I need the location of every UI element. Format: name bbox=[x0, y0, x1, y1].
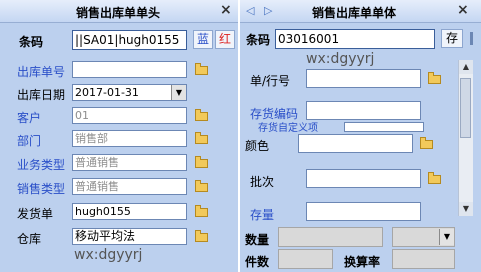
save-button[interactable]: 存 bbox=[441, 29, 463, 48]
delivery-note-label: 发货单 bbox=[17, 207, 54, 221]
body-title: 销售出库单单体 bbox=[312, 6, 397, 20]
watermark: wx:dgyyrj bbox=[306, 51, 375, 67]
chevron-down-icon[interactable]: ▼ bbox=[171, 85, 186, 100]
next-arrow-icon[interactable]: ▷ bbox=[264, 4, 272, 17]
conversion-rate-input[interactable] bbox=[392, 249, 455, 269]
body-panel: ◁ ▷ 销售出库单单体 × 条码 03016001 存 wx:dgyyrj 单/… bbox=[240, 0, 481, 272]
scroll-down-icon[interactable]: ▼ bbox=[459, 202, 473, 216]
body-barcode-input[interactable]: 03016001 bbox=[275, 29, 435, 49]
folder-icon[interactable] bbox=[194, 108, 209, 122]
barcode-input[interactable]: ||SA01|hugh0155 bbox=[72, 30, 187, 50]
quantity-input[interactable] bbox=[278, 227, 383, 247]
folder-icon[interactable] bbox=[194, 155, 209, 169]
vertical-scrollbar[interactable]: ▲ ▼ bbox=[458, 60, 473, 216]
outbound-date-label: 出库日期 bbox=[17, 88, 66, 102]
scroll-up-icon[interactable]: ▲ bbox=[459, 60, 473, 74]
barcode-label: 条码 bbox=[19, 35, 44, 49]
batch-label: 批次 bbox=[250, 175, 275, 189]
inventory-custom-label: 存货自定义项 bbox=[258, 123, 318, 134]
close-icon[interactable]: × bbox=[220, 2, 232, 18]
sales-type-label: 销售类型 bbox=[17, 182, 66, 196]
quantity-label: 数量 bbox=[245, 233, 270, 247]
header-panel: 销售出库单单头 × 条码 ||SA01|hugh0155 蓝 红 出库单号 出库… bbox=[0, 0, 238, 272]
stock-label: 存量 bbox=[250, 208, 275, 222]
header-titlebar: 销售出库单单头 × bbox=[0, 0, 238, 23]
warehouse-input[interactable]: 移动平均法 bbox=[72, 228, 187, 245]
conversion-rate-label: 换算率 bbox=[344, 255, 381, 269]
outbound-no-label: 出库单号 bbox=[17, 65, 66, 79]
divider bbox=[470, 32, 473, 45]
folder-icon[interactable] bbox=[427, 71, 442, 85]
outbound-date-value: 2017-01-31 bbox=[75, 86, 139, 99]
pieces-input[interactable] bbox=[278, 249, 333, 269]
barcode-label: 条码 bbox=[246, 33, 271, 47]
folder-icon[interactable] bbox=[194, 131, 209, 145]
row-no-input[interactable] bbox=[306, 69, 421, 88]
watermark: wx:dgyyrj bbox=[74, 247, 143, 263]
folder-icon[interactable] bbox=[194, 229, 209, 243]
outbound-date-input[interactable]: 2017-01-31 ▼ bbox=[72, 84, 187, 101]
close-icon[interactable]: × bbox=[457, 2, 469, 18]
row-no-label: 单/行号 bbox=[250, 74, 291, 88]
body-titlebar: ◁ ▷ 销售出库单单体 × bbox=[240, 0, 481, 23]
outbound-no-input[interactable] bbox=[72, 61, 187, 78]
sales-type-input[interactable]: 普通销售 bbox=[72, 178, 187, 195]
department-input[interactable]: 销售部 bbox=[72, 130, 187, 147]
unit-select[interactable]: ▼ bbox=[392, 227, 455, 247]
scroll-thumb[interactable] bbox=[460, 78, 471, 138]
folder-icon[interactable] bbox=[194, 179, 209, 193]
folder-icon[interactable] bbox=[427, 171, 442, 185]
inventory-code-input[interactable] bbox=[306, 101, 421, 120]
chevron-down-icon[interactable]: ▼ bbox=[439, 229, 454, 245]
inventory-custom-input[interactable] bbox=[344, 122, 424, 132]
red-button[interactable]: 红 bbox=[215, 30, 235, 49]
business-type-input[interactable]: 普通销售 bbox=[72, 154, 187, 171]
delivery-note-input[interactable]: hugh0155 bbox=[72, 203, 187, 220]
prev-arrow-icon[interactable]: ◁ bbox=[246, 4, 254, 17]
folder-icon[interactable] bbox=[194, 62, 209, 76]
color-label: 颜色 bbox=[245, 139, 270, 153]
pieces-label: 件数 bbox=[245, 255, 270, 269]
color-input[interactable] bbox=[298, 134, 413, 153]
customer-input[interactable]: 01 bbox=[72, 107, 187, 124]
department-label: 部门 bbox=[17, 134, 42, 148]
batch-input[interactable] bbox=[306, 169, 421, 188]
warehouse-label: 仓库 bbox=[17, 232, 42, 246]
stock-input[interactable] bbox=[306, 202, 421, 221]
folder-icon[interactable] bbox=[419, 136, 434, 150]
folder-icon[interactable] bbox=[194, 204, 209, 218]
business-type-label: 业务类型 bbox=[17, 158, 66, 172]
customer-label: 客户 bbox=[17, 111, 42, 125]
blue-button[interactable]: 蓝 bbox=[193, 30, 213, 49]
header-title: 销售出库单单头 bbox=[76, 6, 161, 20]
